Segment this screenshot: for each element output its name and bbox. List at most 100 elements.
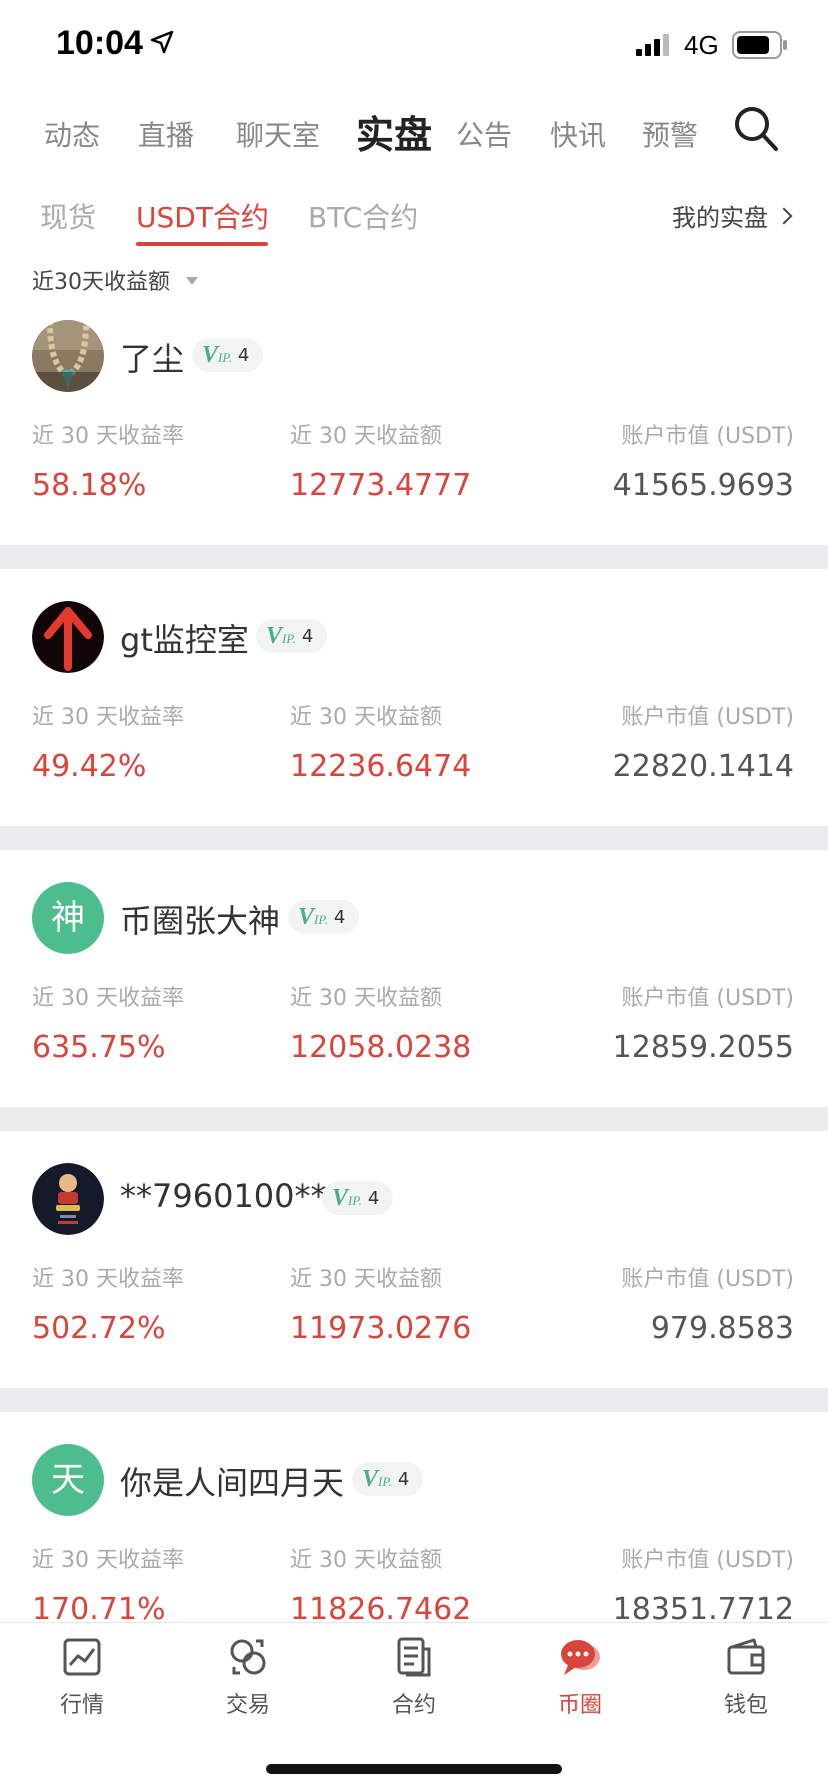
subtab-usdt-contract[interactable]: USDT合约 (136, 196, 269, 236)
tab-alerts[interactable]: 预警 (642, 114, 698, 154)
tab-announcements[interactable]: 公告 (456, 114, 512, 154)
vip-icon: V (332, 1184, 349, 1211)
account-value: 979.8583 (650, 1311, 794, 1346)
trader-name: 了尘 (120, 340, 185, 378)
vip-badge: V IP. 4 (322, 1181, 394, 1215)
vip-icon: V (266, 622, 283, 649)
vip-level: 4 (397, 1468, 410, 1490)
status-bar: 10:04 4G (0, 0, 828, 92)
tab-real-trading[interactable]: 实盘 (356, 104, 432, 159)
chart-icon (63, 1638, 101, 1676)
value-label: 账户市值 (USDT) (621, 1548, 794, 1573)
battery-icon (732, 31, 787, 59)
rate-value: 635.75% (32, 1030, 166, 1065)
exchange-icon (230, 1639, 266, 1675)
subtab-spot[interactable]: 现货 (40, 196, 96, 236)
vip-icon-suffix: IP. (348, 1193, 362, 1208)
rate-value: 58.18% (32, 468, 147, 503)
trader-card[interactable]: 神 币圈张大神 V IP. 4 近 30 天收益率 近 30 天收益额 账户市值 (… (0, 882, 828, 1140)
avatar: 天 (32, 1444, 104, 1516)
rate-label: 近 30 天收益率 (32, 1548, 184, 1573)
avatar (32, 320, 104, 392)
subtab-btc-contract[interactable]: BTC合约 (308, 196, 418, 236)
tab-label: 币圈 (557, 1693, 602, 1718)
rate-value: 49.42% (32, 749, 147, 784)
my-real-trading-link[interactable]: 我的实盘 (672, 198, 793, 233)
top-nav: 动态 直播 聊天室 实盘 公告 快讯 预警 (0, 100, 828, 166)
profit-value: 12236.6474 (290, 749, 472, 784)
vip-level: 4 (301, 625, 314, 647)
tab-contract[interactable]: 合约 (364, 1635, 464, 1735)
value-label: 账户市值 (USDT) (621, 705, 794, 730)
cartoon-figure-icon (32, 1163, 104, 1235)
vip-icon: V (362, 1465, 379, 1492)
rate-label: 近 30 天收益率 (32, 424, 184, 449)
search-icon[interactable] (732, 104, 780, 154)
vip-badge: V IP. 4 (288, 900, 360, 934)
trader-name: 你是人间四月天 (120, 1464, 345, 1502)
trader-card[interactable]: **7960100** V IP. 4 近 30 天收益率 近 30 天收益额 账户… (0, 1163, 828, 1421)
vip-level: 4 (367, 1187, 380, 1209)
profit-label: 近 30 天收益额 (290, 1548, 442, 1573)
tab-dynamics[interactable]: 动态 (44, 114, 100, 154)
trader-name: gt监控室 (120, 621, 249, 659)
tab-chatroom[interactable]: 聊天室 (236, 114, 320, 154)
rate-label: 近 30 天收益率 (32, 986, 184, 1011)
tab-label: 行情 (59, 1693, 104, 1718)
value-label: 账户市值 (USDT) (621, 1267, 794, 1292)
vip-icon-suffix: IP. (378, 1474, 392, 1489)
red-up-arrow-icon (32, 601, 104, 673)
profit-label: 近 30 天收益额 (290, 424, 442, 449)
tab-flash-news[interactable]: 快讯 (550, 114, 606, 154)
beads-photo-icon (32, 320, 104, 392)
tab-trade[interactable]: 交易 (198, 1635, 298, 1735)
vip-level: 4 (333, 906, 346, 928)
trader-name: **7960100** (120, 1177, 327, 1215)
card-divider (0, 1388, 828, 1412)
avatar: 神 (32, 882, 104, 954)
trader-card[interactable]: 了尘 V IP. 4 近 30 天收益率 近 30 天收益额 账户市值 (USDT)… (0, 320, 828, 578)
profit-label: 近 30 天收益额 (290, 986, 442, 1011)
network-type: 4G (684, 30, 719, 60)
dropdown-triangle-icon (186, 277, 198, 285)
tab-community[interactable]: 币圈 (530, 1635, 630, 1735)
profit-label: 近 30 天收益额 (290, 705, 442, 730)
avatar (32, 601, 104, 673)
chevron-right-icon (775, 207, 793, 225)
vip-icon: V (298, 903, 315, 930)
chat-bubbles-icon (561, 1640, 600, 1675)
my-real-trading-label: 我的实盘 (672, 204, 768, 232)
tab-label: 合约 (391, 1693, 436, 1718)
card-divider (0, 1107, 828, 1131)
vip-badge: V IP. 4 (192, 338, 264, 372)
tab-wallet[interactable]: 钱包 (696, 1635, 796, 1735)
rate-label: 近 30 天收益率 (32, 705, 184, 730)
profit-label: 近 30 天收益额 (290, 1267, 442, 1292)
profit-value: 12773.4777 (290, 468, 472, 503)
account-value: 22820.1414 (612, 749, 794, 784)
vip-icon-suffix: IP. (218, 350, 232, 365)
value-label: 账户市值 (USDT) (621, 986, 794, 1011)
tab-label: 交易 (225, 1693, 270, 1718)
active-tab-underline (136, 242, 268, 246)
sub-nav: 现货 USDT合约 BTC合约 我的实盘 (0, 190, 828, 250)
document-icon (397, 1637, 431, 1677)
vip-level: 4 (237, 344, 250, 366)
tab-live[interactable]: 直播 (138, 114, 194, 154)
vip-icon-suffix: IP. (314, 912, 328, 927)
account-value: 41565.9693 (612, 468, 794, 503)
vip-icon: V (202, 341, 219, 368)
vip-icon-suffix: IP. (282, 631, 296, 646)
trader-card[interactable]: gt监控室 V IP. 4 近 30 天收益率 近 30 天收益额 账户市值 (US… (0, 601, 828, 859)
value-label: 账户市值 (USDT) (621, 424, 794, 449)
profit-value: 12058.0238 (290, 1030, 472, 1065)
status-time: 10:04 (56, 24, 143, 62)
location-arrow-icon (150, 30, 174, 54)
wallet-icon (727, 1638, 765, 1675)
sort-dropdown[interactable]: 近30天收益额 (32, 264, 198, 296)
profit-value: 11973.0276 (290, 1311, 472, 1346)
card-divider (0, 545, 828, 569)
trader-name: 币圈张大神 (120, 902, 281, 940)
tab-market[interactable]: 行情 (32, 1635, 132, 1735)
rate-value: 502.72% (32, 1311, 166, 1346)
